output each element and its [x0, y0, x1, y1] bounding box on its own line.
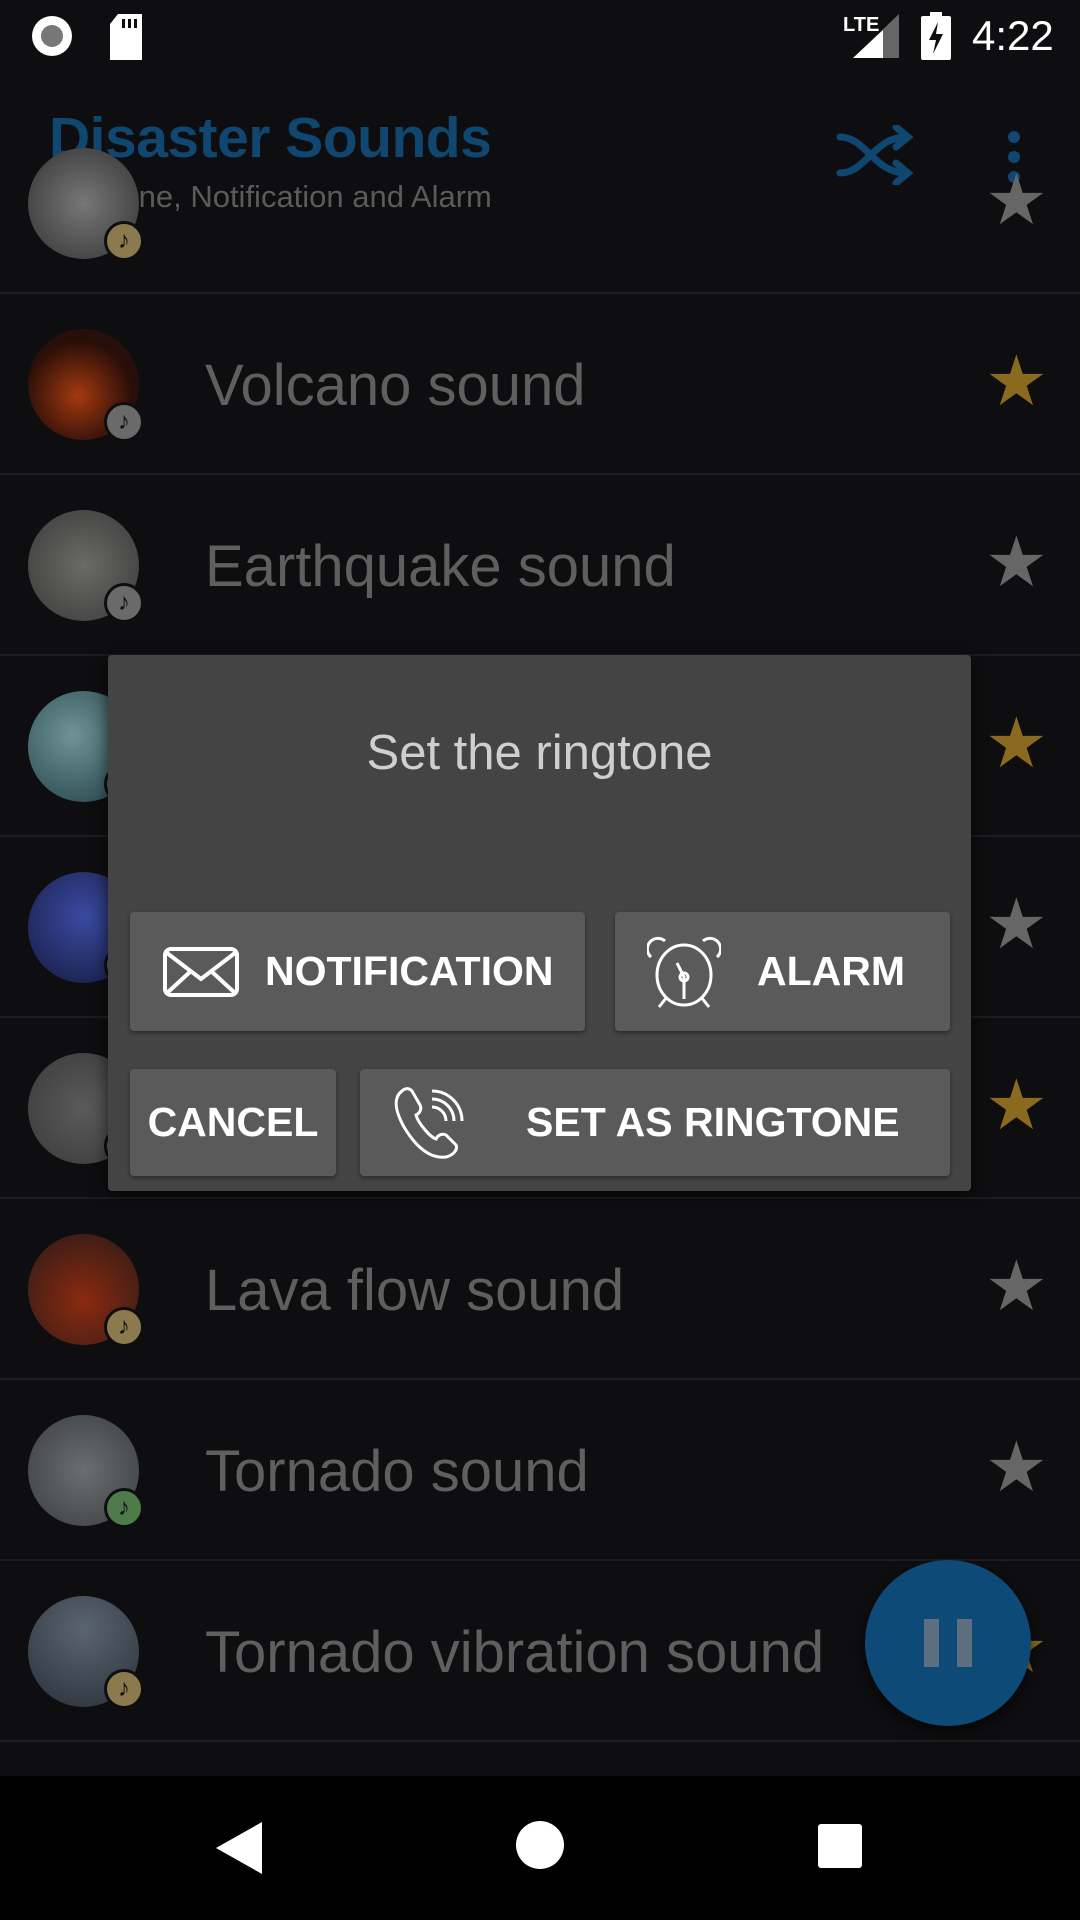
navigation-bar [0, 1776, 1080, 1920]
status-bar: LTE 4:22 [0, 0, 1080, 75]
envelope-icon [163, 946, 239, 997]
music-note-icon: ♪ [104, 1488, 144, 1528]
phone-ringing-icon [394, 1086, 464, 1159]
music-note-icon: ♪ [104, 221, 144, 261]
favorite-star-icon[interactable]: ★ [985, 889, 1048, 959]
favorite-star-icon[interactable]: ★ [985, 1432, 1048, 1502]
favorite-star-icon[interactable]: ★ [985, 1251, 1048, 1321]
sound-name: Tornado vibration sound [205, 1620, 825, 1685]
cancel-label: CANCEL [147, 1099, 319, 1145]
set-as-ringtone-label: SET AS RINGTONE [526, 1099, 900, 1145]
favorite-star-icon[interactable]: ★ [985, 527, 1048, 597]
sound-list-item[interactable]: ♪ Earthquake sound ★ [0, 475, 1080, 656]
record-icon [32, 16, 72, 56]
pause-button[interactable] [865, 1560, 1031, 1726]
sound-name: Volcano sound [205, 353, 586, 418]
music-note-icon: ♪ [104, 583, 144, 623]
sound-list-item[interactable]: ♪ Tornado sound ★ [0, 1380, 1080, 1561]
sound-list-item[interactable]: ♪ Volcano sound ★ [0, 294, 1080, 475]
favorite-star-icon[interactable]: ★ [985, 708, 1048, 778]
favorite-star-icon[interactable]: ★ [985, 346, 1048, 416]
sound-name: Tornado sound [205, 1439, 589, 1504]
sound-list-item[interactable]: ♪ Lava flow sound ★ [0, 1199, 1080, 1380]
sound-name: Lava flow sound [205, 1258, 625, 1323]
pause-icon-bar [957, 1619, 972, 1667]
dialog-title: Set the ringtone [366, 726, 713, 780]
music-note-icon: ♪ [104, 1669, 144, 1709]
recents-icon[interactable] [818, 1824, 862, 1868]
signal-icon [853, 14, 899, 58]
alarm-button[interactable]: ALARM [615, 912, 950, 1031]
clock: 4:22 [972, 12, 1054, 59]
home-icon[interactable] [515, 1820, 565, 1870]
favorite-star-icon[interactable]: ★ [985, 1070, 1048, 1140]
favorite-star-icon[interactable]: ★ [985, 165, 1048, 235]
pause-icon [924, 1619, 939, 1667]
sd-card-icon [110, 14, 142, 60]
notification-button[interactable]: NOTIFICATION [130, 912, 585, 1031]
music-note-icon: ♪ [104, 402, 144, 442]
music-note-icon: ♪ [104, 1307, 144, 1347]
sound-list-item[interactable]: ♪ ★ [0, 113, 1080, 294]
set-ringtone-dialog: Set the ringtone NOTIFICATION ALARM CANC… [108, 655, 971, 1191]
sound-name: Earthquake sound [205, 534, 676, 599]
set-as-ringtone-button[interactable]: SET AS RINGTONE [360, 1069, 950, 1176]
battery-charging-icon [921, 12, 951, 60]
alarm-label: ALARM [757, 948, 906, 994]
back-icon[interactable] [214, 1820, 264, 1876]
alarm-clock-icon [647, 936, 721, 1008]
notification-label: NOTIFICATION [265, 948, 554, 994]
cancel-button[interactable]: CANCEL [130, 1069, 336, 1176]
